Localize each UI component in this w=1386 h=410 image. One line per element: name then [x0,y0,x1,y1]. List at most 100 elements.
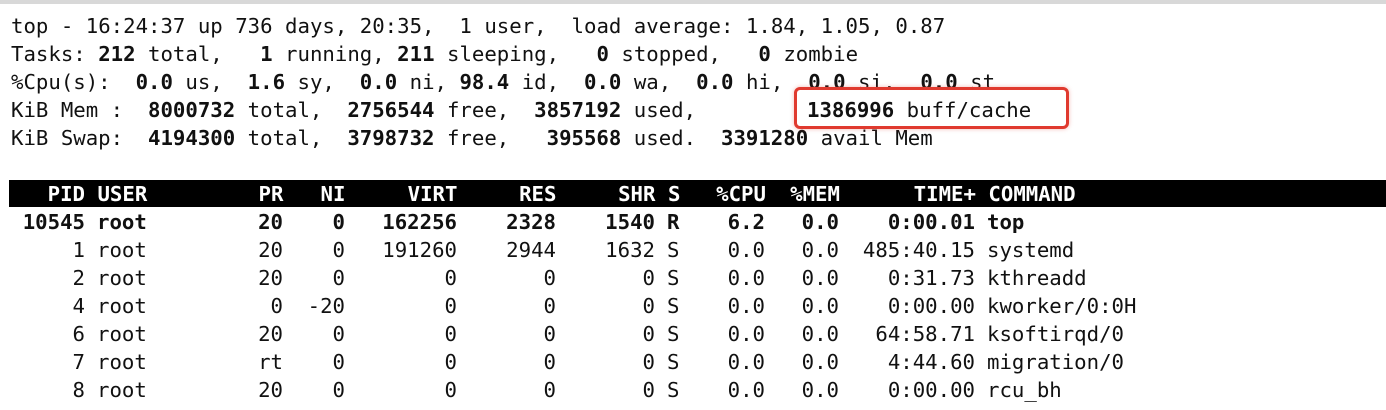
terminal-window: top - 16:24:37 up 736 days, 20:35, 1 use… [0,0,1386,410]
tasks-running: 1 [260,42,273,66]
cell-pr: 20 [258,210,283,234]
cell-cpu: 0.0 [727,322,765,346]
col-pr: PR [258,182,284,206]
cell-time: 64:58.71 [875,322,975,346]
swap-used: 395568 [546,126,622,150]
cell-virt: 0 [444,350,457,374]
cpu-hi: 0.0 [696,70,734,94]
col-res: RES [519,182,557,206]
cell-command: top [987,210,1025,234]
col-mem: %MEM [790,182,840,206]
cell-state: R [667,210,680,234]
tasks-zombie: 0 [758,42,771,66]
cell-pr: 20 [258,378,283,402]
cell-virt: 0 [444,378,457,402]
cell-shr: 1632 [605,238,655,262]
cell-res: 0 [543,350,556,374]
cell-mem: 0.0 [801,322,839,346]
cell-time: 485:40.15 [862,238,975,262]
tasks-total: 212 [98,42,136,66]
table-row: 2 root 20 0 0 0 0 S 0.0 0.0 0:31.73 kthreadd [11,264,1287,292]
cell-res: 0 [543,322,556,346]
col-time: TIME+ [913,182,976,206]
cell-mem: 0.0 [801,294,839,318]
cell-res: 2944 [506,238,556,262]
cell-cpu: 0.0 [727,350,765,374]
swap-free: 3798732 [347,126,435,150]
cell-command: rcu_bh [987,378,1062,402]
cell-state: S [667,238,680,262]
table-row: 6 root 20 0 0 0 0 S 0.0 0.0 64:58.71 ksoftirqd/0 [11,320,1287,348]
cell-shr: 0 [642,378,655,402]
cell-user: root [97,238,147,262]
mem-line: KiB Mem : 8000732 total, 2756544 free, 3… [11,98,697,122]
uptime-line: top - 16:24:37 up 736 days, 20:35, 1 use… [11,14,946,38]
cell-pr: 20 [258,322,283,346]
tasks-line: Tasks: 212 total, 1 running, 211 sleepin… [11,42,859,66]
cell-command: systemd [987,238,1075,262]
cell-pr: 20 [258,238,283,262]
cell-virt: 162256 [382,210,457,234]
cell-pr: 20 [258,266,283,290]
swap-line: KiB Swap: 4194300 total, 3798732 free, 3… [11,126,933,150]
current-time: 16:24:37 [85,14,186,38]
cell-res: 0 [543,294,556,318]
col-shr: SHR [618,182,656,206]
cell-cpu: 0.0 [727,378,765,402]
cell-user: root [97,322,147,346]
header-row: PID USER PR NI VIRT RES SHR S %CPU %MEM TIME+ CO… [11,180,1076,208]
cell-pr: rt [258,350,283,374]
col-pid: PID [47,182,85,206]
cell-res: 0 [543,378,556,402]
cell-res: 2328 [506,210,556,234]
user-count: 1 [459,14,472,38]
cpu-us: 0.0 [135,70,173,94]
cell-pr: 0 [270,294,283,318]
cell-user: root [97,378,147,402]
cell-command: kworker/0:0H [987,294,1137,318]
tasks-stopped: 0 [596,42,609,66]
table-row: 7 root rt 0 0 0 0 S 0.0 0.0 4:44.60 migration/0 [11,348,1287,376]
cell-time: 0:31.73 [887,266,975,290]
cell-virt: 0 [444,322,457,346]
cell-user: root [97,266,147,290]
cell-time: 0:00.00 [887,378,975,402]
cell-virt: 191260 [382,238,457,262]
cell-state: S [667,322,680,346]
cell-pid: 8 [72,378,85,402]
cell-command: migration/0 [987,350,1125,374]
cell-shr: 0 [642,350,655,374]
cell-ni: 0 [332,378,345,402]
cell-ni: 0 [332,266,345,290]
cell-mem: 0.0 [801,266,839,290]
cell-time: 4:44.60 [887,350,975,374]
cell-command: ksoftirqd/0 [987,322,1125,346]
cell-cpu: 0.0 [727,266,765,290]
mem-total: 8000732 [148,98,236,122]
cell-pid: 10545 [22,210,85,234]
cell-user: root [97,294,147,318]
cpu-sy: 1.6 [247,70,286,94]
cell-cpu: 0.0 [727,238,765,262]
command-name: top [11,14,49,38]
col-user: USER [97,182,148,206]
cell-res: 0 [543,266,556,290]
cell-ni: -20 [307,294,345,318]
cell-ni: 0 [332,238,345,262]
cell-cpu: 0.0 [727,294,765,318]
cell-user: root [97,210,147,234]
cell-ni: 0 [332,210,345,234]
table-row: 1 root 20 0 191260 2944 1632 S 0.0 0.0 485:40.15 sy… [11,236,1287,264]
cpu-id: 98.4 [459,70,510,94]
table-row: 8 root 20 0 0 0 0 S 0.0 0.0 0:00.00 rcu_bh [11,376,1287,404]
table-row: 10545 root 20 0 162256 2328 1540 R 6.2 0.0 0:00.01… [11,208,1287,236]
cell-user: root [97,350,147,374]
swap-total: 4194300 [148,126,236,150]
cpu-wa: 0.0 [584,70,622,94]
load-average: 1.84, 1.05, 0.87 [745,14,946,38]
cell-pid: 7 [72,350,85,374]
cell-state: S [667,266,680,290]
mem-used: 3857192 [534,98,622,122]
col-command: COMMAND [988,182,1076,206]
uptime-value: 736 days, 20:35 [235,14,423,38]
